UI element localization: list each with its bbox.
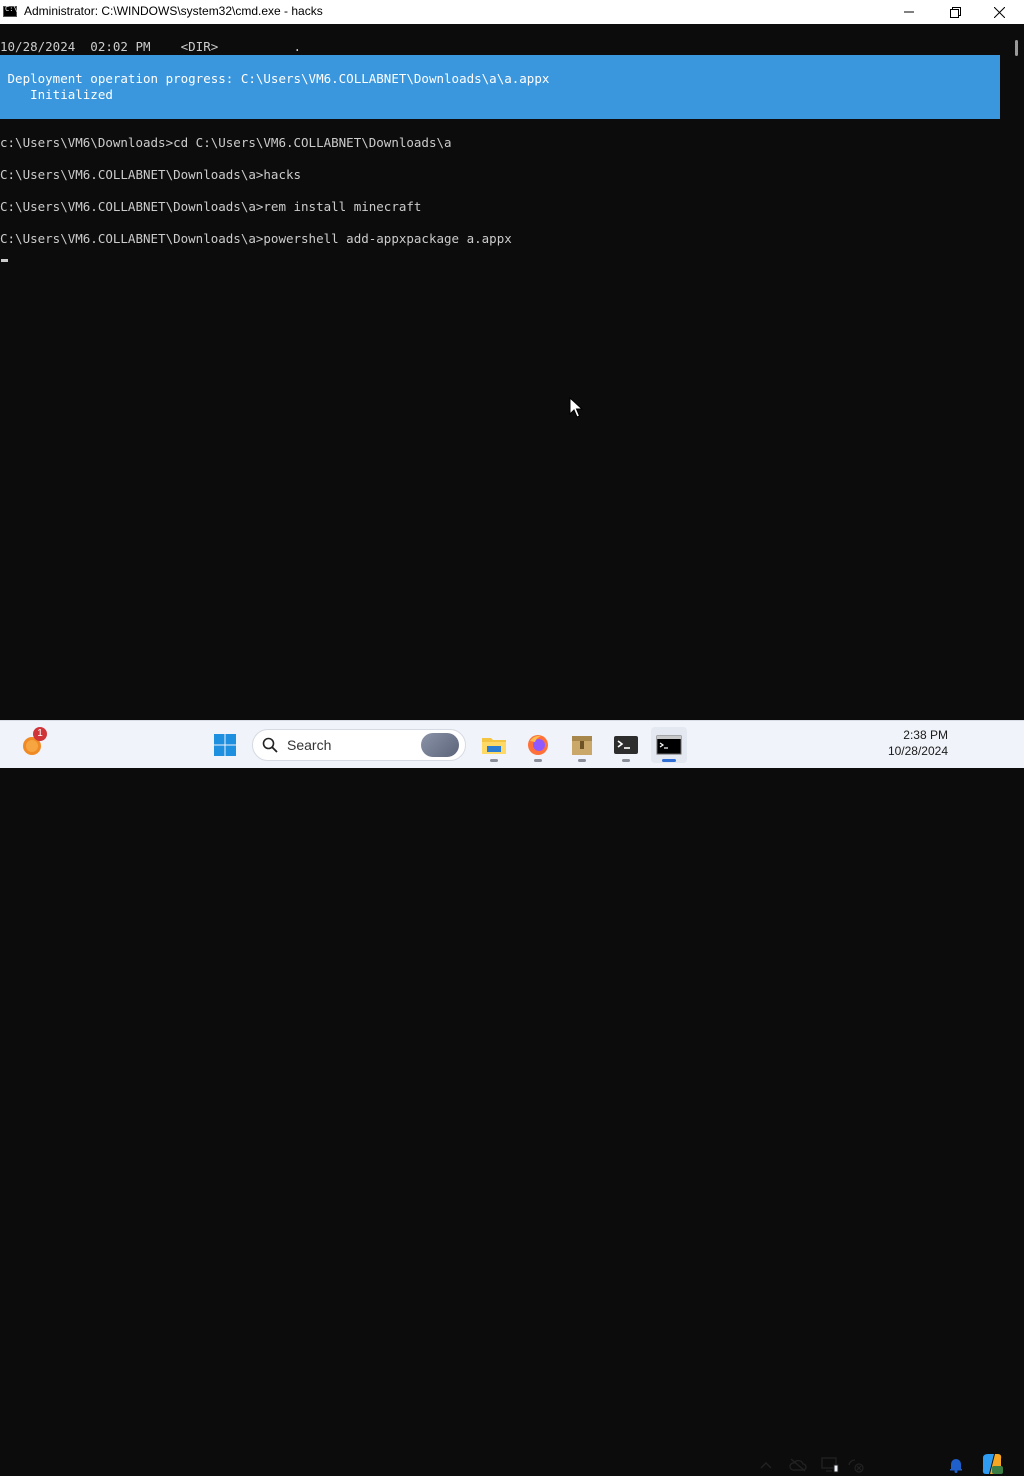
start-button[interactable] [207,727,243,763]
console-output[interactable]: 10/28/2024 02:02 PM <DIR> . Deployment o… [0,24,1010,720]
close-button[interactable] [976,0,1022,24]
cmd-window[interactable]: Administrator: C:\WINDOWS\system32\cmd.e… [0,0,1024,720]
active-indicator [662,759,676,762]
network-button[interactable] [846,1455,866,1475]
mouse-pointer-icon [569,397,584,418]
running-indicator [578,759,586,762]
running-indicator [534,759,542,762]
clock[interactable]: 2:38 PM 10/28/2024 [872,727,948,759]
minimize-button[interactable] [886,0,932,24]
taskbar-file-explorer[interactable] [476,727,512,763]
taskbar-terminal[interactable] [608,727,644,763]
window-title: Administrator: C:\WINDOWS\system32\cmd.e… [24,4,323,18]
console-line: C:\Users\VM6.COLLABNET\Downloads\a>power… [0,231,512,246]
copilot-button[interactable] [980,1452,1004,1476]
console-line: c:\Users\VM6\Downloads>cd C:\Users\VM6.C… [0,135,452,150]
search-highlight-icon [421,733,459,757]
firefox-icon [528,735,548,755]
text-cursor [1,259,8,262]
scrollbar-thumb[interactable] [1015,40,1018,56]
start-icon [214,734,236,756]
notifications-button[interactable] [946,1455,966,1475]
show-hidden-icons-button[interactable] [756,1455,776,1475]
console-line-dir: 10/28/2024 02:02 PM <DIR> . [0,39,302,54]
restore-button[interactable] [932,0,978,24]
progress-line-path: Deployment operation progress: C:\Users\… [0,71,550,86]
cmd-app-icon[interactable] [3,5,18,17]
progress-line-status: Initialized [0,87,113,102]
running-indicator [622,759,630,762]
notification-badge: 1 [33,727,47,741]
taskbar-archive[interactable] [564,727,600,763]
archive-icon [572,736,592,755]
terminal-icon [614,736,638,754]
restore-icon [949,6,961,18]
clock-time: 2:38 PM [903,728,948,742]
bell-icon [950,1459,962,1473]
taskbar-firefox[interactable] [520,727,556,763]
console-line: C:\Users\VM6.COLLABNET\Downloads\a>hacks [0,167,302,182]
search-icon [262,737,278,753]
deployment-progress-banner: Deployment operation progress: C:\Users\… [0,55,1000,119]
clock-date: 10/28/2024 [887,744,948,758]
minimize-icon [904,11,914,13]
chevron-up-icon [760,1462,772,1469]
display-button[interactable] [820,1455,840,1475]
copilot-icon [982,1454,1003,1474]
search-box[interactable]: Search [252,729,466,761]
onedrive-offline-icon [789,1458,807,1472]
vertical-scrollbar[interactable] [1010,24,1024,720]
onedrive-button[interactable] [788,1455,808,1475]
title-bar[interactable]: Administrator: C:\WINDOWS\system32\cmd.e… [0,0,1024,24]
close-icon [993,6,1005,18]
display-icon [821,1457,839,1473]
network-disconnected-icon [848,1459,864,1473]
file-explorer-icon [482,738,506,754]
console-line: C:\Users\VM6.COLLABNET\Downloads\a>rem i… [0,199,422,214]
running-indicator [490,759,498,762]
taskbar: Search [0,720,1024,1474]
search-label: Search [287,737,332,753]
taskbar-cmd[interactable] [651,727,687,763]
cmd-icon [656,735,682,755]
